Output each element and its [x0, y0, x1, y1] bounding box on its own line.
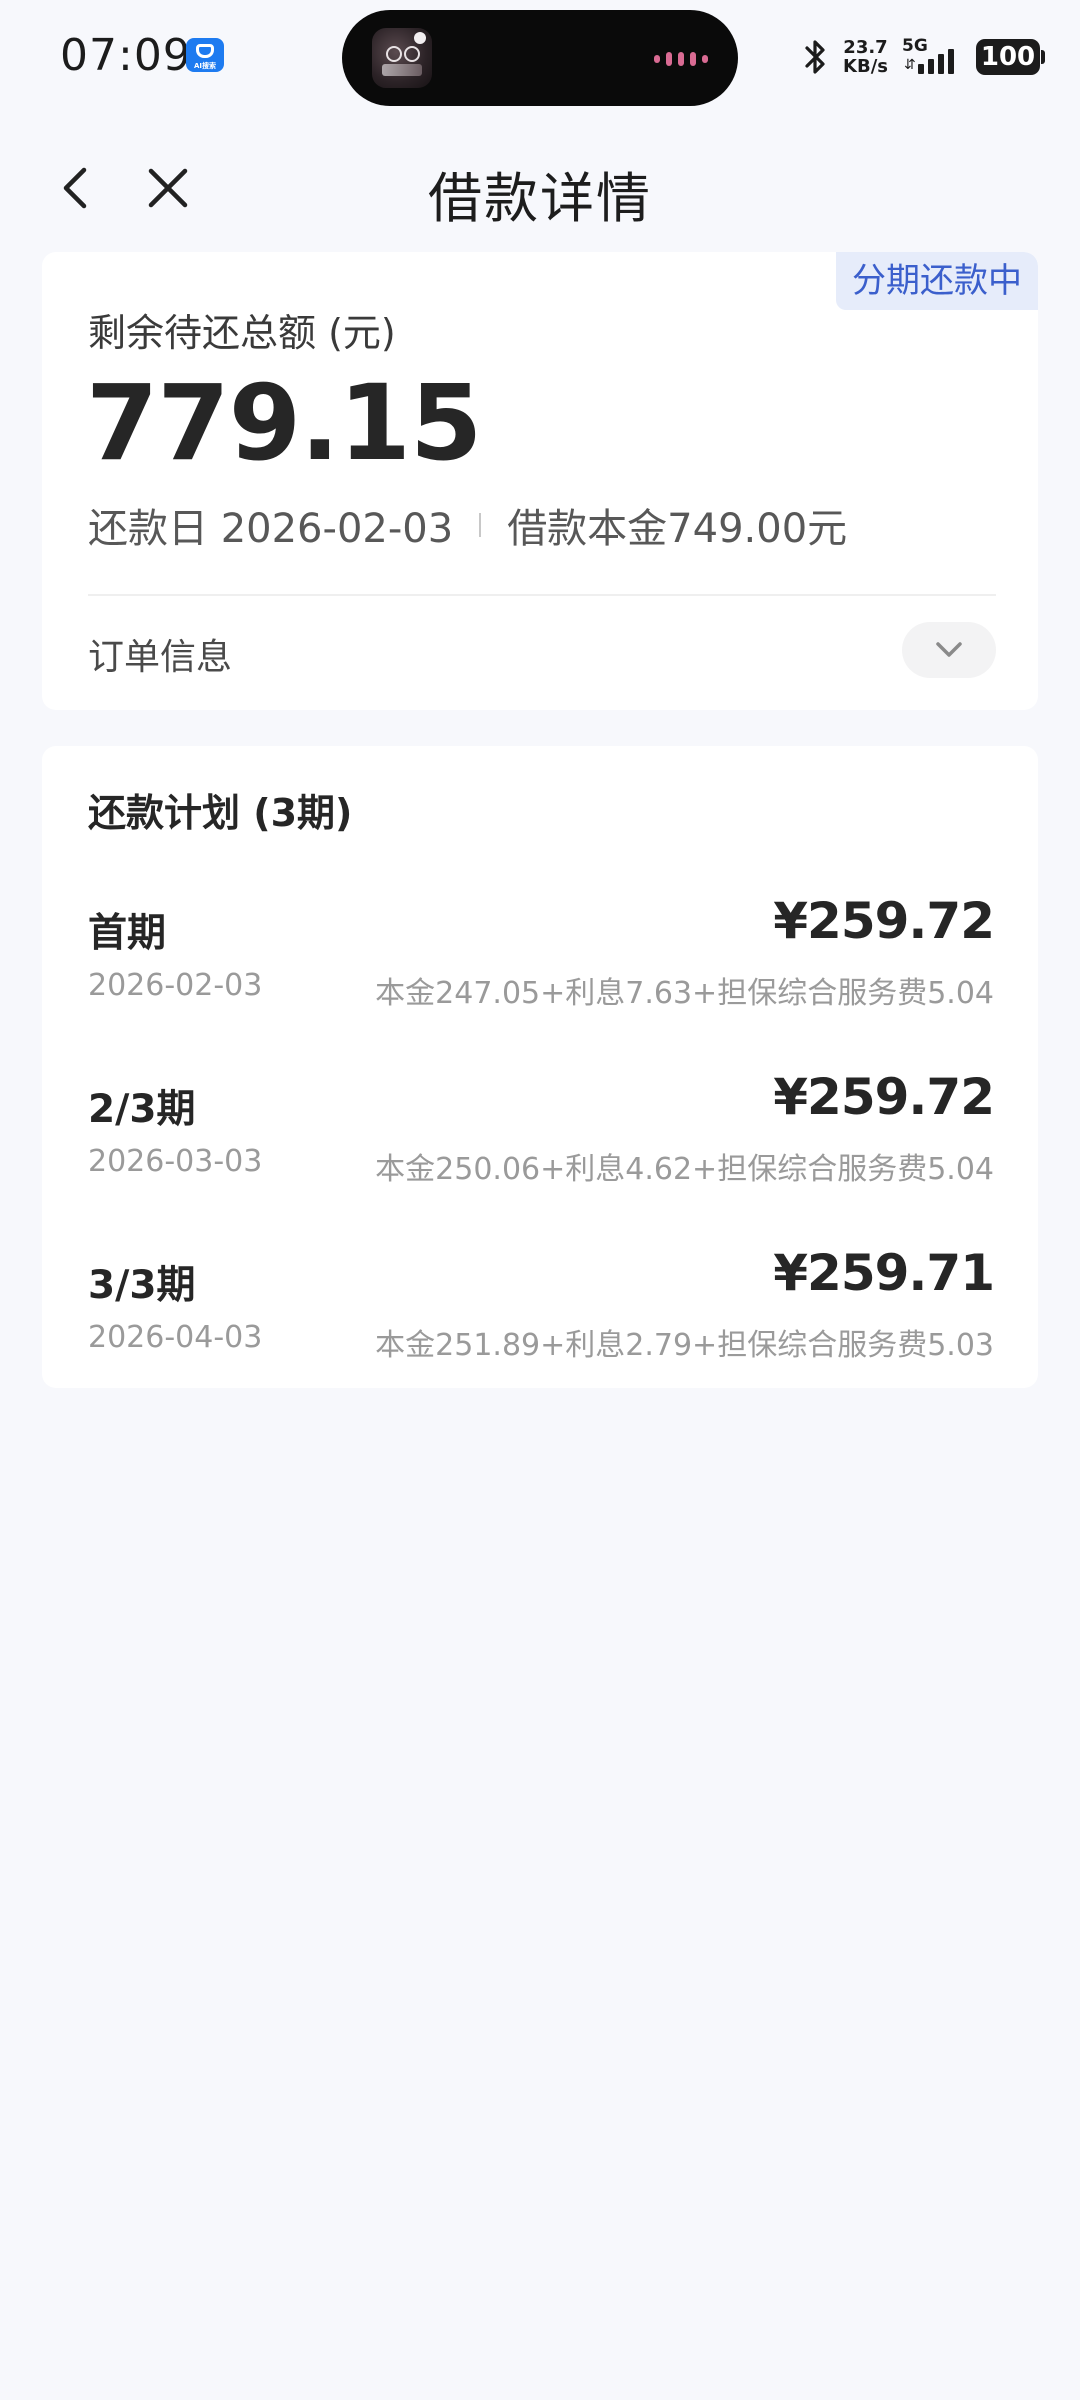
remaining-total-label: 剩余待还总额 (元)	[88, 311, 396, 355]
app-badge-label: AI搜索	[193, 62, 217, 70]
loan-summary-card: 分期还款中 剩余待还总额 (元) 779.15 还款日 2026-02-03 借…	[42, 252, 1038, 710]
remaining-total-amount: 779.15	[86, 362, 482, 484]
plan-item: 2/3期 ¥259.72 2026-03-03 本金250.06+利息4.62+…	[88, 1068, 995, 1188]
meta-divider	[479, 513, 482, 537]
status-indicators: 23.7 KB/s 5G ⇵ 100	[803, 34, 1045, 80]
due-date: 还款日 2026-02-03	[88, 506, 454, 552]
plan-breakdown: 本金251.89+利息2.79+担保综合服务费5.03	[375, 1328, 994, 1363]
battery-icon: 100	[976, 39, 1045, 75]
network-speed-unit: KB/s	[843, 56, 888, 77]
status-time: 07:09	[60, 30, 192, 81]
nav-header: 借款详情	[0, 140, 1080, 236]
plan-period: 首期	[88, 911, 167, 956]
order-info-expand-button[interactable]	[902, 622, 996, 678]
order-info-label: 订单信息	[88, 637, 233, 678]
media-thumbnail	[372, 28, 432, 88]
plan-breakdown: 本金250.06+利息4.62+担保综合服务费5.04	[375, 1152, 994, 1187]
plan-period: 3/3期	[88, 1263, 196, 1308]
plan-date: 2026-04-03	[88, 1320, 263, 1355]
plan-date: 2026-02-03	[88, 968, 263, 1003]
plan-breakdown: 本金247.05+利息7.63+担保综合服务费5.04	[375, 976, 994, 1011]
order-info-row[interactable]: 订单信息	[88, 620, 996, 684]
battery-level: 100	[980, 42, 1036, 72]
repayment-plan-card: 还款计划 (3期) 首期 ¥259.72 2026-02-03 本金247.05…	[42, 746, 1038, 1388]
plan-item: 首期 ¥259.72 2026-02-03 本金247.05+利息7.63+担保…	[88, 892, 995, 1012]
plan-amount: ¥259.72	[773, 1068, 995, 1126]
plan-amount: ¥259.71	[773, 1244, 995, 1302]
dynamic-island[interactable]	[342, 10, 738, 106]
divider	[88, 594, 996, 596]
plan-amount: ¥259.72	[773, 892, 995, 950]
audio-wave-icon	[654, 52, 708, 66]
loan-meta: 还款日 2026-02-03 借款本金749.00元	[88, 496, 847, 554]
signal-icon: 5G ⇵	[902, 36, 962, 78]
plan-date: 2026-03-03	[88, 1144, 263, 1179]
chevron-down-icon	[936, 642, 962, 657]
network-speed: 23.7 KB/s	[843, 38, 888, 76]
status-badge: 分期还款中	[836, 252, 1038, 310]
status-bar: 07:09 AI搜索 23.7 KB/s 5G ⇵ 100	[0, 0, 1080, 115]
repayment-plan-title: 还款计划 (3期)	[88, 791, 353, 835]
plan-period: 2/3期	[88, 1087, 196, 1132]
bluetooth-icon	[803, 37, 829, 77]
principal-amount: 借款本金749.00元	[507, 506, 848, 552]
plan-item: 3/3期 ¥259.71 2026-04-03 本金251.89+利息2.79+…	[88, 1244, 995, 1364]
network-speed-value: 23.7	[843, 37, 888, 58]
page-title: 借款详情	[428, 167, 652, 230]
app-icon: AI搜索	[186, 38, 224, 72]
